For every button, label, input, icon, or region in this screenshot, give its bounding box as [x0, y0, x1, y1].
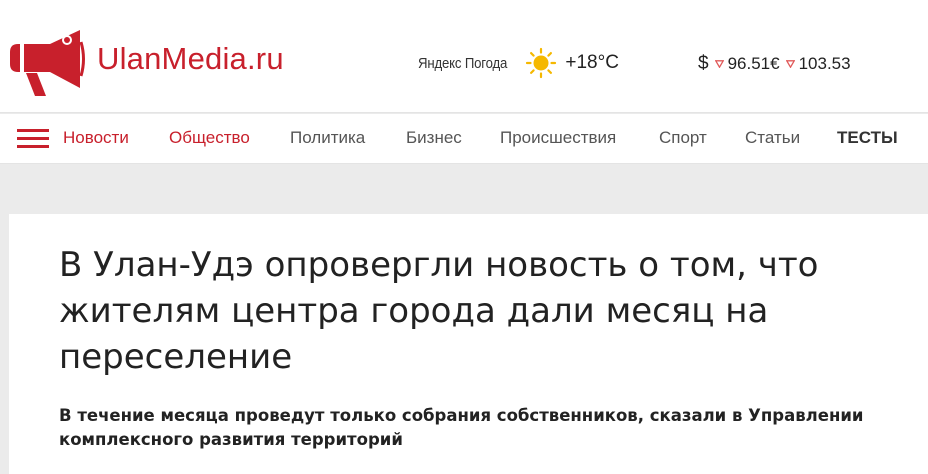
usd-rate: 96.51	[727, 54, 771, 73]
hamburger-icon[interactable]	[17, 129, 49, 151]
euro-sign: €	[770, 54, 780, 73]
megaphone-icon	[10, 30, 85, 96]
nav-item-articles[interactable]: Статьи	[745, 128, 800, 148]
currency-rates: $ 96.51 € 103.53	[698, 51, 851, 77]
sun-icon	[526, 47, 557, 79]
logo-text: UlanMedia.ru	[97, 41, 284, 76]
nav-item-politics[interactable]: Политика	[290, 128, 365, 148]
site-header: UlanMedia.ru Яндекс Погода +18°C $ 96.51…	[0, 0, 928, 113]
nav-item-society[interactable]: Общество	[169, 128, 250, 148]
article-lead: В течение месяца проведут только собрани…	[59, 406, 864, 449]
weather-widget[interactable]: Яндекс Погода +18°C	[418, 47, 619, 79]
nav-item-incidents[interactable]: Происшествия	[500, 128, 616, 148]
dollar-sign: $	[698, 53, 709, 74]
nav-item-sport[interactable]: Спорт	[659, 128, 707, 148]
article-card: В Улан-Удэ опровергли новость о том, что…	[9, 214, 928, 474]
triangle-down-icon	[785, 60, 795, 68]
main-navigation: Новости Общество Политика Бизнес Происше…	[0, 114, 928, 164]
site-logo[interactable]: UlanMedia.ru	[10, 30, 310, 100]
nav-item-news[interactable]: Новости	[63, 128, 129, 148]
eur-rate: 103.53	[798, 54, 851, 73]
nav-item-tests[interactable]: ТЕСТЫ	[837, 128, 898, 148]
nav-item-business[interactable]: Бизнес	[406, 128, 462, 148]
weather-provider-label: Яндекс Погода	[418, 54, 508, 72]
temperature-value: +18°C	[565, 52, 619, 73]
article-title: В Улан-Удэ опровергли новость о том, что…	[59, 245, 819, 377]
triangle-down-icon	[714, 60, 724, 68]
